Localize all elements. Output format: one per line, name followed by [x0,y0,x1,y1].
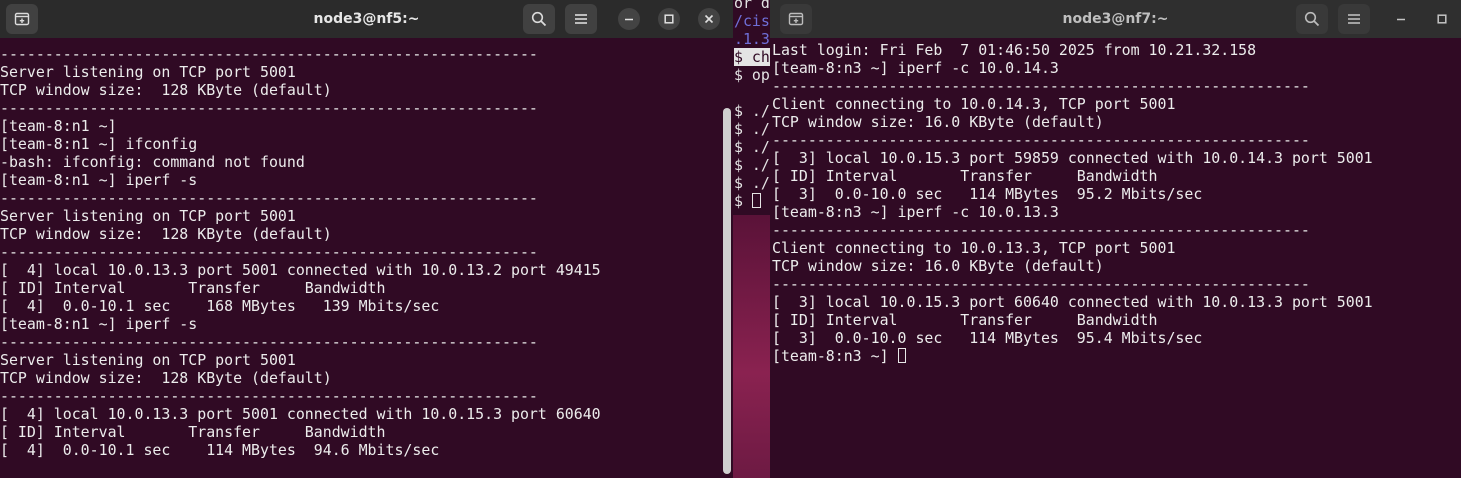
maximize-button[interactable] [1431,8,1453,30]
minimize-button[interactable] [618,8,640,30]
terminal-window-right[interactable]: node3@nf7:~ Last login: Fri Feb 7 01:46:… [770,0,1461,478]
minimize-icon [625,18,633,21]
terminal-output[interactable]: ----------------------------------------… [0,38,733,478]
terminal-output[interactable]: Last login: Fri Feb 7 01:46:50 2025 from… [770,38,1461,478]
maximize-icon [1437,14,1447,24]
desktop-wallpaper [733,215,770,478]
search-icon [531,11,547,27]
terminal-text: ----------------------------------------… [0,45,601,459]
cursor [751,193,761,208]
search-button[interactable] [1296,4,1328,34]
new-tab-icon [14,12,30,26]
search-icon [1304,11,1320,27]
cursor [897,348,906,363]
title-bar[interactable]: node3@nf5:~ [0,0,733,38]
menu-button[interactable] [565,4,597,34]
menu-button[interactable] [1338,4,1370,34]
close-button[interactable] [698,8,720,30]
maximize-icon [664,14,674,24]
shell-prompt: [team-8:n3 ~] [772,347,898,365]
title-bar[interactable]: node3@nf7:~ [770,0,1461,38]
maximize-button[interactable] [658,8,680,30]
background-terminal-text: or d /cis .1.3 $ ch $ op $ ./ $ ./ $ ./ … [734,0,770,210]
hamburger-menu-icon [575,14,587,24]
new-tab-icon [788,12,804,26]
search-button[interactable] [523,4,555,34]
terminal-window-left[interactable]: node3@nf5:~ ----------------------------… [0,0,733,478]
terminal-text: Last login: Fri Feb 7 01:46:50 2025 from… [772,41,1373,365]
background-terminal[interactable]: or d /cis .1.3 $ ch $ op $ ./ $ ./ $ ./ … [733,0,770,478]
new-tab-button[interactable] [6,4,38,34]
close-icon [704,14,714,24]
hamburger-menu-icon [1348,14,1360,24]
new-tab-button[interactable] [780,4,812,34]
scrollbar[interactable] [723,108,731,474]
minimize-icon [1397,18,1405,21]
minimize-button[interactable] [1390,8,1412,30]
